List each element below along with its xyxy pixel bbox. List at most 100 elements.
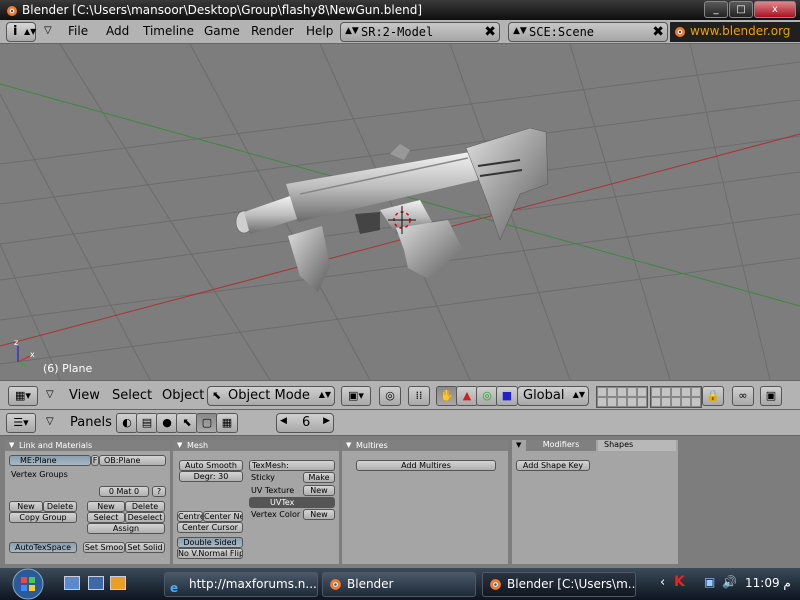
antivirus-icon[interactable]: K	[674, 574, 685, 590]
tray-expand-icon[interactable]: ‹	[660, 575, 665, 590]
scene-context-button[interactable]: ▦	[216, 413, 238, 433]
right-arrow-icon[interactable]: ▶	[323, 416, 330, 426]
lock-button[interactable]: 🔒	[702, 386, 724, 406]
mesh-datablock-field[interactable]: ME:Plane	[9, 455, 91, 466]
panel-header[interactable]: ▼ Mesh	[173, 440, 339, 451]
collapse-menu-icon[interactable]: ▽	[44, 25, 52, 36]
set-smooth-button[interactable]: Set Smoo	[83, 542, 125, 553]
object-context-button[interactable]: ⬉	[176, 413, 198, 433]
taskbar-item-blender[interactable]: Blender	[322, 572, 476, 597]
volume-icon[interactable]: 🔊	[722, 575, 737, 589]
show-desktop-icon[interactable]	[64, 576, 80, 590]
editing-context-button[interactable]: ▢	[196, 413, 218, 433]
render-button[interactable]: ▣	[760, 386, 782, 406]
vertex-color-new-button[interactable]: New	[303, 509, 335, 520]
link-button[interactable]: ∞	[732, 386, 754, 406]
3d-viewport[interactable]: z x (6) Plane	[0, 44, 800, 380]
delete-screen-icon[interactable]: ✖	[484, 24, 496, 40]
collapse-menu-icon[interactable]: ▽	[46, 389, 54, 400]
autotexspace-toggle[interactable]: AutoTexSpace	[9, 542, 77, 553]
editor-type-button[interactable]: ☰▾	[6, 413, 36, 433]
delete-scene-icon[interactable]: ✖	[652, 24, 664, 40]
info-header: i ▲▼ ▽ File Add Timeline Game Render Hel…	[0, 20, 800, 57]
axis-gizmo-icon	[17, 346, 31, 367]
logic-context-button[interactable]: ◐	[116, 413, 138, 433]
menu-help[interactable]: Help	[306, 24, 333, 38]
editor-type-button[interactable]: ▦▾	[8, 386, 38, 406]
sticky-make-button[interactable]: Make	[303, 472, 335, 483]
taskbar-item-blender-file[interactable]: Blender [C:\Users\m...	[482, 572, 636, 597]
menu-select[interactable]: Select	[112, 388, 152, 403]
layer-buttons-1[interactable]	[596, 386, 648, 408]
media-player-icon[interactable]	[110, 576, 126, 590]
menu-add[interactable]: Add	[106, 24, 129, 38]
taskbar-item-label: http://maxforums.n...	[189, 577, 317, 591]
translate-toggle[interactable]: ▲	[456, 386, 478, 406]
object-name-field[interactable]: OB:Plane	[99, 455, 166, 466]
set-solid-button[interactable]: Set Solid	[125, 542, 165, 553]
menu-timeline[interactable]: Timeline	[143, 24, 194, 38]
uvtex-layer-field[interactable]: UVTex	[249, 497, 335, 508]
no-vnormal-flip-toggle[interactable]: No V.Normal Flip	[177, 548, 243, 559]
shading-context-button[interactable]: ●	[156, 413, 178, 433]
grid-icon: ▦▾	[15, 389, 31, 402]
frame-number-field[interactable]: ◀ 6 ▶	[276, 413, 334, 433]
fake-user-toggle[interactable]: F	[91, 455, 99, 466]
pivot-button[interactable]: ◎	[379, 386, 401, 406]
script-context-button[interactable]: ▤	[136, 413, 158, 433]
align-button[interactable]: ⁞⁞	[408, 386, 430, 406]
material-assign-button[interactable]: Assign	[87, 523, 165, 534]
menu-render[interactable]: Render	[251, 24, 294, 38]
menu-view[interactable]: View	[69, 388, 100, 403]
add-shape-key-button[interactable]: Add Shape Key	[516, 460, 590, 471]
texmesh-field[interactable]: TexMesh:	[249, 460, 335, 471]
screen-selector[interactable]: ▲▼ SR:2-Model ✖	[340, 22, 500, 42]
orientation-dropdown[interactable]: Global ▲▼	[517, 386, 589, 406]
layer-buttons-2[interactable]	[650, 386, 702, 408]
material-delete-button[interactable]: Delete	[125, 501, 165, 512]
scene-selector[interactable]: ▲▼ SCE:Scene ✖	[508, 22, 668, 42]
network-icon[interactable]: ▣	[704, 575, 715, 589]
scale-toggle[interactable]: ■	[496, 386, 518, 406]
add-multires-button[interactable]: Add Multires	[356, 460, 496, 471]
panel-header[interactable]: ▼ Multires	[342, 440, 508, 451]
draw-type-button[interactable]: ▣▾	[341, 386, 371, 406]
left-arrow-icon[interactable]: ◀	[280, 416, 287, 426]
taskbar-item-browser[interactable]: e http://maxforums.n...	[164, 572, 318, 597]
material-new-button[interactable]: New	[87, 501, 125, 512]
window-titlebar[interactable]: Blender [C:\Users\mansoor\Desktop\Group\…	[0, 0, 800, 20]
menu-object[interactable]: Object	[162, 388, 204, 403]
maximize-button[interactable]: □	[729, 1, 753, 18]
panel-header[interactable]: ▼ Link and Materials	[5, 440, 170, 451]
collapse-triangle-icon[interactable]: ▼	[516, 440, 521, 451]
rotate-toggle[interactable]: ◎	[476, 386, 498, 406]
material-query-button[interactable]: ?	[152, 486, 166, 497]
center-new-button[interactable]: Center Ne	[203, 511, 243, 522]
vgroup-new-button[interactable]: New	[9, 501, 43, 512]
panels-label[interactable]: Panels	[70, 415, 112, 430]
tab-shapes[interactable]: Shapes	[598, 440, 676, 451]
menu-file[interactable]: File	[68, 24, 88, 38]
close-button[interactable]: x	[754, 1, 796, 18]
double-sided-toggle[interactable]: Double Sided	[177, 537, 243, 548]
auto-smooth-toggle[interactable]: Auto Smooth	[179, 460, 243, 471]
copy-group-button[interactable]: Copy Group	[9, 512, 77, 523]
minimize-button[interactable]: _	[704, 1, 728, 18]
centre-button[interactable]: Centre	[177, 511, 203, 522]
center-cursor-button[interactable]: Center Cursor	[177, 522, 243, 533]
mode-dropdown[interactable]: ⬉ Object Mode ▲▼	[207, 386, 335, 406]
material-select-button[interactable]: Select	[87, 512, 125, 523]
editor-type-button[interactable]: i ▲▼	[6, 22, 36, 42]
uv-texture-new-button[interactable]: New	[303, 485, 335, 496]
switch-windows-icon[interactable]	[88, 576, 104, 590]
degree-field[interactable]: Degr: 30	[179, 471, 243, 482]
collapse-menu-icon[interactable]: ▽	[46, 416, 54, 427]
material-index-field[interactable]: 0 Mat 0	[99, 486, 149, 497]
manipulator-toggle[interactable]: ✋	[436, 386, 458, 406]
material-deselect-button[interactable]: Deselect	[125, 512, 165, 523]
clock[interactable]: 11:09 م	[745, 576, 791, 590]
windows-start-icon[interactable]	[4, 568, 52, 600]
tab-modifiers[interactable]: Modifiers	[526, 440, 596, 451]
vgroup-delete-button[interactable]: Delete	[43, 501, 77, 512]
menu-game[interactable]: Game	[204, 24, 240, 38]
